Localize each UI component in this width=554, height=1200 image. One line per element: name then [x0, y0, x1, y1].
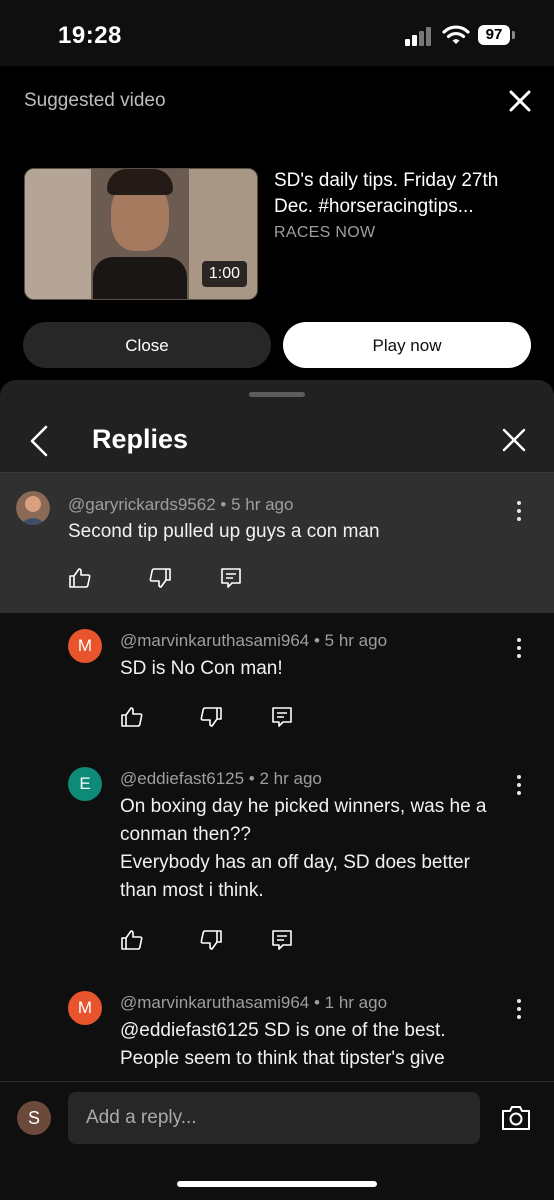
avatar[interactable]: M [68, 991, 102, 1025]
comment-text: @eddiefast6125 SD is one of the best. Pe… [120, 1020, 446, 1069]
comment-meta: @garyrickards9562 • 5 hr ago [68, 495, 294, 514]
comment-meta: @marvinkaruthasami964 • 1 hr ago [120, 993, 388, 1012]
dislike-icon[interactable] [199, 928, 223, 952]
comment-text: Second tip pulled up guys a con man [68, 521, 380, 542]
dislike-icon[interactable] [199, 705, 223, 729]
comment-text: On boxing day he picked winners, was he … [120, 796, 487, 901]
video-channel: RACES NOW [274, 224, 376, 241]
video-duration: 1:00 [201, 261, 247, 287]
comment-time: 1 hr ago [324, 993, 388, 1012]
cellular-signal-icon [405, 27, 431, 46]
avatar[interactable]: M [68, 629, 102, 663]
battery-level: 97 [478, 25, 510, 45]
avatar[interactable]: S [17, 1101, 51, 1135]
comment-text: SD is No Con man! [120, 658, 283, 679]
like-icon[interactable] [120, 928, 144, 952]
avatar[interactable] [16, 491, 50, 525]
wifi-icon [442, 25, 470, 44]
comment-meta: @eddiefast6125 • 2 hr ago [120, 769, 322, 788]
video-title[interactable]: SD's daily tips. Friday 27th Dec. #horse… [274, 168, 534, 220]
more-options-icon[interactable] [516, 999, 522, 1019]
comment-time: 2 hr ago [259, 769, 322, 788]
close-icon[interactable] [500, 426, 528, 454]
video-thumbnail[interactable]: 1:00 [24, 168, 258, 300]
replies-list[interactable]: M @marvinkaruthasami964 • 5 hr ago SD is… [0, 613, 554, 1083]
back-arrow-icon[interactable] [24, 424, 54, 458]
reply-icon[interactable] [270, 705, 294, 729]
parent-comment: @garyrickards9562 • 5 hr ago Second tip … [0, 473, 554, 613]
comment-time: 5 hr ago [324, 631, 388, 650]
comment-meta: @marvinkaruthasami964 • 5 hr ago [120, 631, 388, 650]
reply-icon[interactable] [270, 928, 294, 952]
status-time: 19:28 [58, 22, 122, 49]
comment-author[interactable]: @eddiefast6125 [120, 769, 244, 788]
replies-sheet: Replies @garyrickards9562 • 5 hr ago Sec… [0, 380, 554, 1200]
comment-author[interactable]: @marvinkaruthasami964 [120, 993, 309, 1012]
camera-icon[interactable] [500, 1104, 532, 1132]
close-icon[interactable] [506, 87, 534, 115]
reply-input[interactable] [68, 1092, 480, 1144]
suggested-video-heading: Suggested video [24, 90, 166, 111]
suggested-video-panel: Suggested video 1:00 SD's daily tips. Fr… [0, 66, 554, 396]
home-indicator[interactable] [177, 1181, 377, 1187]
more-options-icon[interactable] [516, 775, 522, 795]
avatar[interactable]: E [68, 767, 102, 801]
page-title: Replies [92, 424, 189, 454]
battery-icon: 97 [478, 25, 516, 47]
like-icon[interactable] [120, 705, 144, 729]
play-now-button[interactable]: Play now [283, 322, 531, 368]
like-icon[interactable] [68, 566, 92, 590]
drag-handle[interactable] [249, 392, 305, 397]
comment-time: 5 hr ago [231, 495, 294, 514]
more-options-icon[interactable] [516, 638, 522, 658]
more-options-icon[interactable] [516, 501, 522, 521]
comment-author[interactable]: @marvinkaruthasami964 [120, 631, 309, 650]
dislike-icon[interactable] [148, 566, 172, 590]
status-bar: 19:28 97 [0, 0, 554, 66]
reply-icon[interactable] [219, 566, 243, 590]
close-button[interactable]: Close [23, 322, 271, 368]
comment-author[interactable]: @garyrickards9562 [68, 495, 216, 514]
